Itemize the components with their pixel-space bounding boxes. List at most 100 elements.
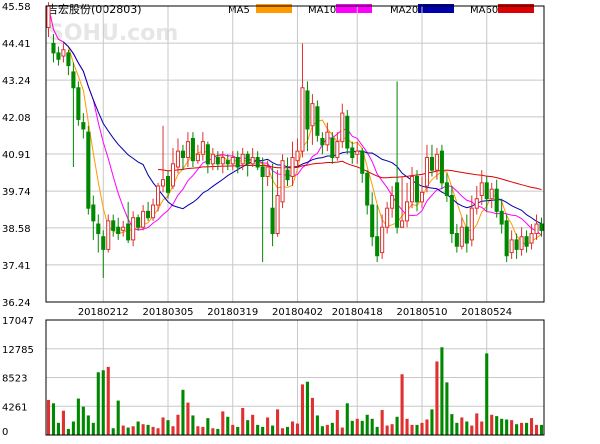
volume-bar — [171, 426, 175, 435]
volume-bar — [161, 417, 165, 435]
volume-bar — [141, 424, 145, 435]
volume-bar — [525, 422, 529, 435]
x-tick-label: 20180402 — [272, 307, 323, 318]
volume-bar — [410, 424, 414, 435]
volume-bar — [435, 361, 439, 435]
candle-body-up — [310, 103, 315, 127]
candle-body-down — [235, 156, 240, 168]
volume-y-tick-label: 4261 — [2, 402, 27, 413]
volume-bar — [271, 425, 275, 435]
stock-chart: SOHU.com 吉宏股份(002803) MA5 MA10 MA20 MA60 45… — [0, 0, 600, 440]
candle-body-down — [116, 226, 121, 235]
volume-bar — [136, 421, 140, 435]
volume-bar — [295, 423, 300, 435]
volume-bar — [430, 409, 434, 435]
candle-body-up — [519, 236, 524, 250]
x-tick-label: 20180418 — [332, 307, 383, 318]
volume-bar — [305, 381, 309, 435]
volume-bar — [365, 414, 369, 435]
volume-bar — [390, 424, 394, 435]
volume-bar — [71, 421, 75, 435]
candle-body-down — [395, 182, 400, 228]
candle-body-up — [479, 182, 484, 197]
candle-body-down — [360, 150, 365, 174]
volume-bar — [256, 424, 260, 435]
price-y-tick-label: 43.24 — [2, 76, 31, 87]
candle-body-down — [429, 156, 434, 171]
volume-bar — [480, 421, 484, 435]
candle-body-up — [355, 150, 360, 155]
volume-bar — [500, 418, 504, 435]
volume-bar — [251, 414, 255, 435]
volume-bar — [116, 400, 120, 435]
candle-body-down — [205, 144, 210, 165]
candle-body-down — [345, 115, 350, 149]
candle-body-down — [350, 147, 355, 158]
chart-canvas: SOHU.com 吉宏股份(002803) MA5 MA10 MA20 MA60 45… — [0, 0, 600, 440]
volume-bar — [405, 418, 409, 435]
candle-body-up — [131, 217, 136, 241]
candle-body-down — [539, 223, 544, 231]
candle-body-up — [340, 112, 345, 143]
candle — [315, 100, 320, 142]
candle-body-up — [160, 179, 166, 187]
candle-body-up — [106, 220, 111, 250]
volume-bar — [510, 420, 514, 435]
candle-body-down — [315, 106, 320, 136]
candle-body-up — [195, 153, 200, 162]
volume-bar — [201, 426, 205, 435]
candle-body-up — [390, 195, 395, 209]
legend-label-ma10: MA10 — [308, 5, 336, 16]
candle — [345, 109, 350, 155]
volume-bar — [266, 417, 270, 435]
volume-bar — [375, 426, 379, 435]
volume-bar — [101, 370, 105, 435]
volume-bar — [176, 414, 180, 435]
volume-bar — [131, 426, 135, 435]
candle-body-up — [300, 87, 305, 152]
volume-bar — [395, 416, 399, 435]
candle-body-down — [51, 42, 56, 54]
candle-body-down — [190, 137, 195, 162]
candle-body-up — [529, 233, 534, 244]
volume-bar — [400, 374, 404, 435]
price-y-tick-label: 36.24 — [2, 298, 31, 309]
candle-body-up — [275, 195, 280, 235]
price-y-tick-label: 42.08 — [2, 113, 31, 124]
candle-body-down — [165, 176, 171, 193]
volume-y-tick-label: 17047 — [2, 316, 34, 327]
candle — [76, 81, 81, 126]
volume-bar — [181, 389, 185, 435]
volume-bar — [315, 415, 319, 435]
legend-swatch-ma10 — [336, 4, 372, 13]
volume-bar — [231, 424, 235, 435]
candle-body-down — [494, 188, 499, 212]
price-y-tick-label: 38.58 — [2, 224, 31, 235]
candle-body-down — [414, 176, 420, 203]
candle-body-down — [449, 195, 454, 235]
candle-body-down — [439, 150, 444, 184]
candle-body-down — [375, 236, 380, 257]
candle-body-up — [385, 207, 390, 228]
candle-body-down — [136, 217, 141, 228]
candle-body-down — [514, 239, 519, 250]
price-y-axis: 45.58 44.41 43.24 42.08 40.91 39.74 38.58 37.41… — [2, 2, 31, 309]
volume-bar — [445, 382, 449, 435]
volume-bar — [285, 426, 290, 435]
legend-label-ma60: MA60 — [470, 5, 498, 16]
candle-body-down — [270, 207, 275, 235]
volume-bar — [216, 428, 220, 435]
candle-body-up — [200, 141, 205, 155]
legend-label-ma5: MA5 — [228, 5, 250, 16]
candle-body-up — [46, 5, 51, 29]
candle-body-up — [295, 150, 300, 162]
candle-body-up — [185, 141, 190, 158]
volume-bar — [485, 353, 489, 435]
price-y-tick-label: 39.74 — [2, 187, 31, 198]
candle-body-down — [66, 52, 71, 67]
candle-body-down — [370, 204, 375, 238]
volume-bar — [246, 420, 250, 435]
candle-body-down — [365, 172, 370, 206]
volume-bar — [335, 410, 339, 435]
candle-body-up — [489, 188, 494, 200]
